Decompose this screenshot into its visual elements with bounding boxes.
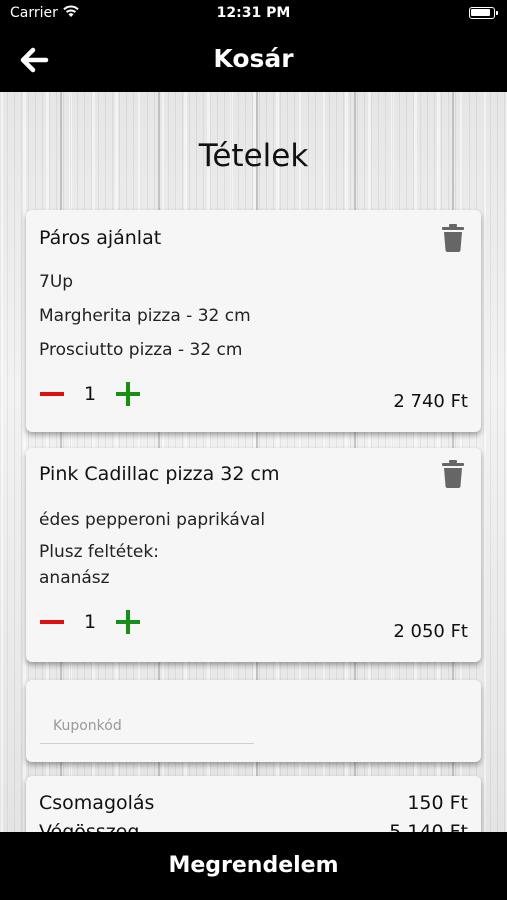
quantity-value: 1 xyxy=(84,611,97,633)
packaging-value: 150 Ft xyxy=(407,792,468,814)
packaging-label: Csomagolás xyxy=(39,792,155,814)
total-row: Végösszeg 5 140 Ft xyxy=(39,821,468,832)
summary-card: Csomagolás 150 Ft Végösszeg 5 140 Ft xyxy=(26,776,481,832)
item-title: Páros ajánlat xyxy=(39,227,162,249)
decrease-quantity-button[interactable] xyxy=(40,609,66,635)
item-detail: édes pepperoni paprikával xyxy=(39,510,266,530)
cart-item: Pink Cadillac pizza 32 cm édes pepperoni… xyxy=(26,448,481,662)
trash-icon[interactable] xyxy=(441,224,465,252)
clock: 12:31 PM xyxy=(216,5,291,21)
item-detail: Plusz feltétek: xyxy=(39,542,159,562)
item-title: Pink Cadillac pizza 32 cm xyxy=(39,463,280,485)
item-price: 2 740 Ft xyxy=(393,391,468,412)
cart-content[interactable]: Tételek Páros ajánlat 7Up Margherita piz… xyxy=(0,92,507,832)
section-title: Tételek xyxy=(198,138,309,174)
navigation-bar: Kosár xyxy=(0,28,507,92)
battery-icon xyxy=(469,7,498,19)
cart-item: Páros ajánlat 7Up Margherita pizza - 32 … xyxy=(26,210,481,432)
packaging-row: Csomagolás 150 Ft xyxy=(39,792,468,814)
coupon-card xyxy=(26,680,481,762)
increase-quantity-button[interactable] xyxy=(116,381,142,407)
item-detail: ananász xyxy=(39,568,110,588)
coupon-input[interactable] xyxy=(40,708,254,744)
order-button[interactable]: Megrendelem xyxy=(0,832,507,900)
item-detail: Prosciutto pizza - 32 cm xyxy=(39,340,243,360)
status-bar: Carrier 12:31 PM xyxy=(0,0,507,28)
item-detail: 7Up xyxy=(39,272,74,292)
total-label: Végösszeg xyxy=(39,821,140,832)
total-value: 5 140 Ft xyxy=(389,821,468,832)
quantity-value: 1 xyxy=(84,383,97,405)
item-price: 2 050 Ft xyxy=(393,621,468,642)
page-title: Kosár xyxy=(213,44,294,73)
increase-quantity-button[interactable] xyxy=(116,609,142,635)
decrease-quantity-button[interactable] xyxy=(40,381,66,407)
trash-icon[interactable] xyxy=(441,460,465,488)
item-detail: Margherita pizza - 32 cm xyxy=(39,306,251,326)
